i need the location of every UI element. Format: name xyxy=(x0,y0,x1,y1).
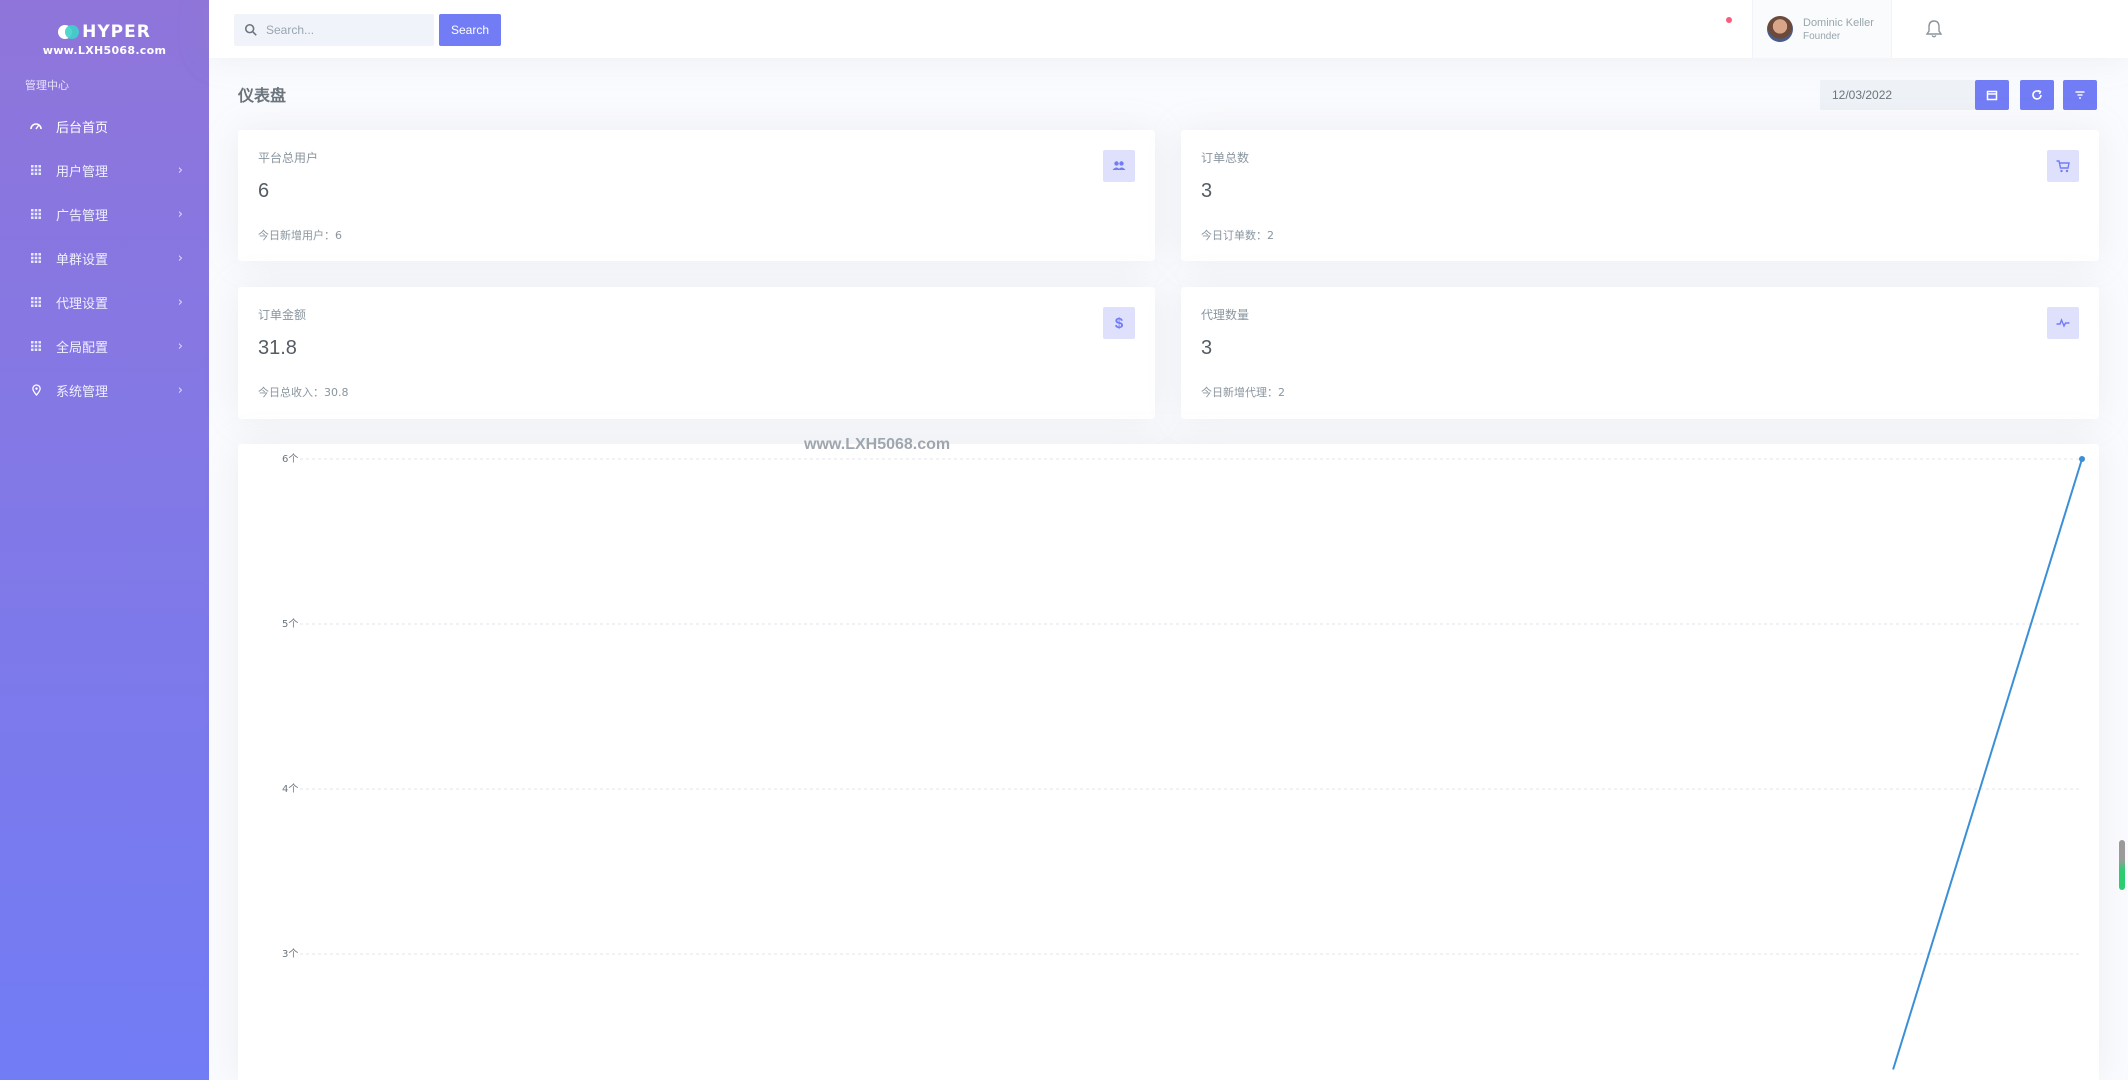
logo-mark-icon xyxy=(58,25,80,39)
sidebar-item-6[interactable]: 系统管理 › xyxy=(0,368,209,412)
location-pin-icon xyxy=(30,384,42,396)
sidebar-item-3[interactable]: 单群设置 › xyxy=(0,236,209,280)
chevron-right-icon: › xyxy=(177,338,183,354)
stat-card-revenue: 订单金额 31.8 今日总收入：30.8 $ xyxy=(238,287,1155,419)
chart-card: 6个 5个 4个 3个 xyxy=(238,444,2099,1080)
calendar-icon xyxy=(1986,90,1998,101)
filter-icon xyxy=(2075,91,2085,99)
brand-logo[interactable]: HYPER www.LXH5068.com xyxy=(0,22,209,57)
stat-value: 3 xyxy=(1201,337,1213,359)
page-title: 仪表盘 xyxy=(238,86,287,105)
grid-icon xyxy=(30,252,42,264)
date-picker-input[interactable]: 12/03/2022 xyxy=(1820,80,1975,110)
refresh-icon xyxy=(2032,89,2042,100)
search-input[interactable] xyxy=(266,23,426,37)
chevron-right-icon: › xyxy=(177,206,183,222)
sidebar-item-0[interactable]: 后台首页 xyxy=(0,104,209,148)
calendar-button[interactable] xyxy=(1975,80,2009,110)
stat-value: 31.8 xyxy=(258,337,297,359)
stat-label: 订单金额 xyxy=(258,308,307,322)
stat-card-orders: 订单总数 3 今日订单数：2 xyxy=(1181,130,2099,261)
sidebar-item-label: 单群设置 xyxy=(56,252,109,268)
stat-label: 平台总用户 xyxy=(258,151,319,165)
series-line xyxy=(1892,458,2083,1070)
stat-value: 3 xyxy=(1201,180,1213,202)
chevron-right-icon: › xyxy=(177,382,183,398)
stat-foot: 今日新增用户：6 xyxy=(258,229,342,242)
chevron-right-icon: › xyxy=(177,250,183,266)
refresh-button[interactable] xyxy=(2020,80,2054,110)
search-icon xyxy=(244,23,257,36)
search-button[interactable]: Search xyxy=(439,14,501,46)
dollar-icon: $ xyxy=(1103,307,1135,339)
y-tick-label: 4个 xyxy=(282,783,298,795)
topbar: Search Dominic Keller Founder xyxy=(209,0,2128,58)
data-point[interactable] xyxy=(2079,456,2085,462)
bell-icon[interactable] xyxy=(1923,18,1945,40)
sidebar: HYPER www.LXH5068.com 管理中心 后台首页 用户管理 › 广告管理… xyxy=(0,0,209,1080)
pulse-icon xyxy=(2047,307,2079,339)
chevron-right-icon: › xyxy=(177,294,183,310)
sidebar-item-label: 广告管理 xyxy=(56,208,109,224)
stat-value: 6 xyxy=(258,180,270,202)
dashboard-icon xyxy=(30,120,42,132)
filter-button[interactable] xyxy=(2063,80,2097,110)
grid-icon xyxy=(30,164,42,176)
sidebar-item-label: 代理设置 xyxy=(56,296,109,312)
brand-url: www.LXH5068.com xyxy=(42,44,167,57)
menu-section-title: 管理中心 xyxy=(25,79,69,92)
sidebar-menu: 后台首页用户管理 › 广告管理 › 单群设置 › 代理设置 › 全局配置 › 系统管理 › xyxy=(0,104,209,412)
stat-label: 代理数量 xyxy=(1201,308,1250,322)
stat-card-agents: 代理数量 3 今日新增代理：2 xyxy=(1181,287,2099,419)
sidebar-item-2[interactable]: 广告管理 › xyxy=(0,192,209,236)
stat-label: 订单总数 xyxy=(1201,151,1250,165)
brand-name: HYPER xyxy=(82,22,151,42)
users-icon xyxy=(1103,150,1135,182)
y-tick-label: 6个 xyxy=(282,453,298,465)
user-menu[interactable]: Dominic Keller Founder xyxy=(1752,0,1892,58)
sidebar-item-1[interactable]: 用户管理 › xyxy=(0,148,209,192)
avatar xyxy=(1767,16,1793,42)
user-role: Founder xyxy=(1803,30,1841,42)
stat-foot: 今日总收入：30.8 xyxy=(258,386,349,399)
grid-icon xyxy=(30,340,42,352)
sidebar-item-4[interactable]: 代理设置 › xyxy=(0,280,209,324)
scrollbar-thumb[interactable] xyxy=(2119,840,2125,890)
grid-icon xyxy=(30,296,42,308)
sidebar-item-5[interactable]: 全局配置 › xyxy=(0,324,209,368)
watermark: www.LXH5068.com xyxy=(804,436,951,453)
sidebar-item-label: 系统管理 xyxy=(56,384,109,400)
sidebar-item-label: 全局配置 xyxy=(56,340,109,356)
stat-foot: 今日新增代理：2 xyxy=(1201,386,1285,399)
chevron-right-icon: › xyxy=(177,162,183,178)
grid-icon xyxy=(30,208,42,220)
line-chart: 6个 5个 4个 3个 xyxy=(282,453,2085,1070)
sidebar-item-label: 用户管理 xyxy=(56,164,109,180)
user-name: Dominic Keller xyxy=(1803,16,1874,29)
y-tick-label: 3个 xyxy=(282,948,298,960)
notification-dot xyxy=(1726,17,1732,23)
cart-icon xyxy=(2047,150,2079,182)
search-box xyxy=(234,14,434,46)
y-tick-label: 5个 xyxy=(282,618,298,630)
stat-foot: 今日订单数：2 xyxy=(1201,229,1274,242)
sidebar-item-label: 后台首页 xyxy=(56,120,109,136)
stat-card-users: 平台总用户 6 今日新增用户：6 xyxy=(238,130,1155,261)
